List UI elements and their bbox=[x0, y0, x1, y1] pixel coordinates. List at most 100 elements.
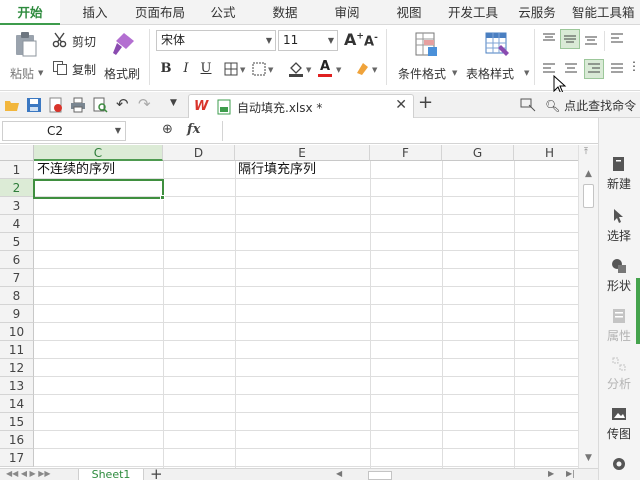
tab-data[interactable]: 数据 bbox=[262, 0, 308, 25]
scroll-end-icon[interactable]: ▶| bbox=[566, 469, 575, 478]
row-header-15[interactable]: 15 bbox=[0, 413, 34, 431]
row-header-17[interactable]: 17 bbox=[0, 449, 34, 467]
side-panel-upload-image[interactable]: 传图 bbox=[599, 406, 639, 442]
row-header-6[interactable]: 6 bbox=[0, 251, 34, 269]
column-header-f[interactable]: F bbox=[370, 145, 442, 161]
tab-insert[interactable]: 插入 bbox=[70, 0, 120, 25]
grow-font-button[interactable]: A+ bbox=[344, 30, 364, 49]
merge-cells-icon[interactable] bbox=[252, 62, 266, 76]
customize-toolbar-icon[interactable]: ▼ bbox=[170, 98, 177, 108]
clear-format-icon[interactable] bbox=[354, 61, 370, 77]
tab-cloud[interactable]: 云服务 bbox=[512, 0, 562, 25]
scroll-top-icon[interactable]: ⤒ bbox=[584, 147, 588, 157]
window-menu-icon[interactable] bbox=[520, 98, 536, 112]
font-color-dropdown-icon[interactable]: ▼ bbox=[336, 66, 341, 74]
bold-button[interactable]: B bbox=[158, 59, 174, 79]
copy-button[interactable]: 复制 bbox=[52, 59, 102, 79]
underline-button[interactable]: U bbox=[198, 59, 214, 79]
align-bottom-icon[interactable] bbox=[584, 33, 598, 45]
row-header-12[interactable]: 12 bbox=[0, 359, 34, 377]
row-header-2[interactable]: 2 bbox=[0, 179, 34, 197]
scroll-right-icon[interactable]: ▶ bbox=[548, 469, 554, 478]
save-icon[interactable] bbox=[26, 97, 42, 113]
column-header-d[interactable]: D bbox=[163, 145, 235, 161]
shrink-font-button[interactable]: A- bbox=[364, 33, 378, 49]
row-header-4[interactable]: 4 bbox=[0, 215, 34, 233]
active-cell-c2[interactable] bbox=[33, 179, 164, 199]
tab-view[interactable]: 视图 bbox=[386, 0, 432, 25]
row-header-8[interactable]: 8 bbox=[0, 287, 34, 305]
new-tab-icon[interactable]: + bbox=[418, 92, 433, 113]
font-color-button[interactable]: A bbox=[318, 59, 332, 77]
italic-button[interactable]: I bbox=[178, 59, 194, 79]
row-header-7[interactable]: 7 bbox=[0, 269, 34, 287]
row-header-9[interactable]: 9 bbox=[0, 305, 34, 323]
tab-formulas[interactable]: 公式 bbox=[200, 0, 246, 25]
scroll-up-icon[interactable]: ▲ bbox=[585, 169, 592, 179]
row-header-11[interactable]: 11 bbox=[0, 341, 34, 359]
format-painter-button[interactable]: 格式刷 bbox=[104, 29, 144, 85]
side-panel-new[interactable]: 新建 bbox=[599, 156, 639, 192]
tab-page-layout[interactable]: 页面布局 bbox=[128, 0, 192, 25]
fill-handle[interactable] bbox=[160, 195, 165, 200]
row-header-1[interactable]: 1 bbox=[0, 161, 34, 179]
scroll-left-icon[interactable]: ◀ bbox=[336, 469, 342, 478]
name-box[interactable]: C2 ▼ bbox=[2, 121, 126, 141]
undo-icon[interactable]: ↶ bbox=[116, 95, 129, 113]
table-style-button[interactable]: 表格样式 ▼ bbox=[466, 29, 530, 85]
find-command-search[interactable]: 🔍︎ 点此查找命令 bbox=[545, 97, 636, 114]
print-icon[interactable] bbox=[70, 97, 86, 113]
print-preview-icon[interactable] bbox=[92, 97, 108, 113]
tab-developer[interactable]: 开发工具 bbox=[440, 0, 506, 25]
justify-icon[interactable] bbox=[610, 63, 624, 75]
tab-review[interactable]: 审阅 bbox=[324, 0, 370, 25]
formula-input[interactable] bbox=[222, 121, 598, 141]
clear-format-dropdown-icon[interactable]: ▼ bbox=[372, 66, 377, 74]
conditional-format-button[interactable]: 条件格式 ▼ bbox=[396, 29, 458, 85]
horizontal-scroll-thumb[interactable] bbox=[368, 471, 392, 480]
redo-icon[interactable]: ↷ bbox=[138, 95, 151, 113]
column-header-e[interactable]: E bbox=[235, 145, 370, 161]
add-sheet-icon[interactable]: + bbox=[150, 465, 163, 480]
align-left-icon[interactable] bbox=[542, 63, 556, 75]
row-header-5[interactable]: 5 bbox=[0, 233, 34, 251]
cell-c1[interactable]: 不连续的序列 bbox=[37, 161, 115, 179]
column-header-h[interactable]: H bbox=[514, 145, 578, 161]
align-top-icon[interactable] bbox=[542, 33, 556, 45]
borders-dropdown-icon[interactable]: ▼ bbox=[240, 66, 245, 74]
side-panel-select[interactable]: 选择 bbox=[599, 208, 639, 244]
align-middle-button[interactable] bbox=[560, 29, 580, 49]
sheet-tab-sheet1[interactable]: Sheet1 bbox=[78, 469, 144, 480]
select-all-corner[interactable] bbox=[0, 145, 34, 161]
paste-dropdown-icon[interactable]: ▼ bbox=[38, 69, 43, 77]
tab-smart-tools[interactable]: 智能工具箱 bbox=[568, 0, 640, 25]
close-tab-icon[interactable]: ✕ bbox=[395, 97, 407, 113]
ribbon-more-icon[interactable]: ⋮ bbox=[628, 59, 640, 73]
row-header-14[interactable]: 14 bbox=[0, 395, 34, 413]
document-tab[interactable]: W 自动填充.xlsx * ✕ bbox=[188, 94, 414, 118]
font-name-select[interactable]: 宋体 ▼ bbox=[156, 30, 276, 51]
borders-icon[interactable] bbox=[224, 62, 238, 76]
fill-color-dropdown-icon[interactable]: ▼ bbox=[306, 66, 311, 74]
open-folder-icon[interactable] bbox=[4, 97, 20, 113]
cell-e1[interactable]: 隔行填充序列 bbox=[238, 161, 316, 179]
orientation-icon[interactable] bbox=[610, 33, 624, 45]
paste-button[interactable]: 粘贴 ▼ bbox=[6, 29, 46, 85]
side-panel-shapes[interactable]: 形状 bbox=[599, 258, 639, 294]
insert-function-button[interactable]: fx bbox=[187, 122, 200, 137]
tab-home[interactable]: 开始 bbox=[0, 0, 60, 25]
side-panel-more[interactable] bbox=[599, 456, 639, 475]
row-header-13[interactable]: 13 bbox=[0, 377, 34, 395]
row-header-3[interactable]: 3 bbox=[0, 197, 34, 215]
merge-dropdown-icon[interactable]: ▼ bbox=[268, 66, 273, 74]
scroll-down-icon[interactable]: ▼ bbox=[585, 453, 592, 463]
fill-color-icon[interactable] bbox=[288, 61, 304, 77]
zoom-formula-icon[interactable]: ⊕ bbox=[162, 122, 173, 137]
row-header-10[interactable]: 10 bbox=[0, 323, 34, 341]
align-center-icon[interactable] bbox=[564, 63, 578, 75]
align-right-button[interactable] bbox=[584, 59, 604, 79]
column-header-c[interactable]: C bbox=[34, 145, 163, 161]
row-header-16[interactable]: 16 bbox=[0, 431, 34, 449]
vertical-scrollbar[interactable]: ⤒ ▲ ▼ bbox=[578, 145, 598, 468]
column-header-g[interactable]: G bbox=[442, 145, 514, 161]
